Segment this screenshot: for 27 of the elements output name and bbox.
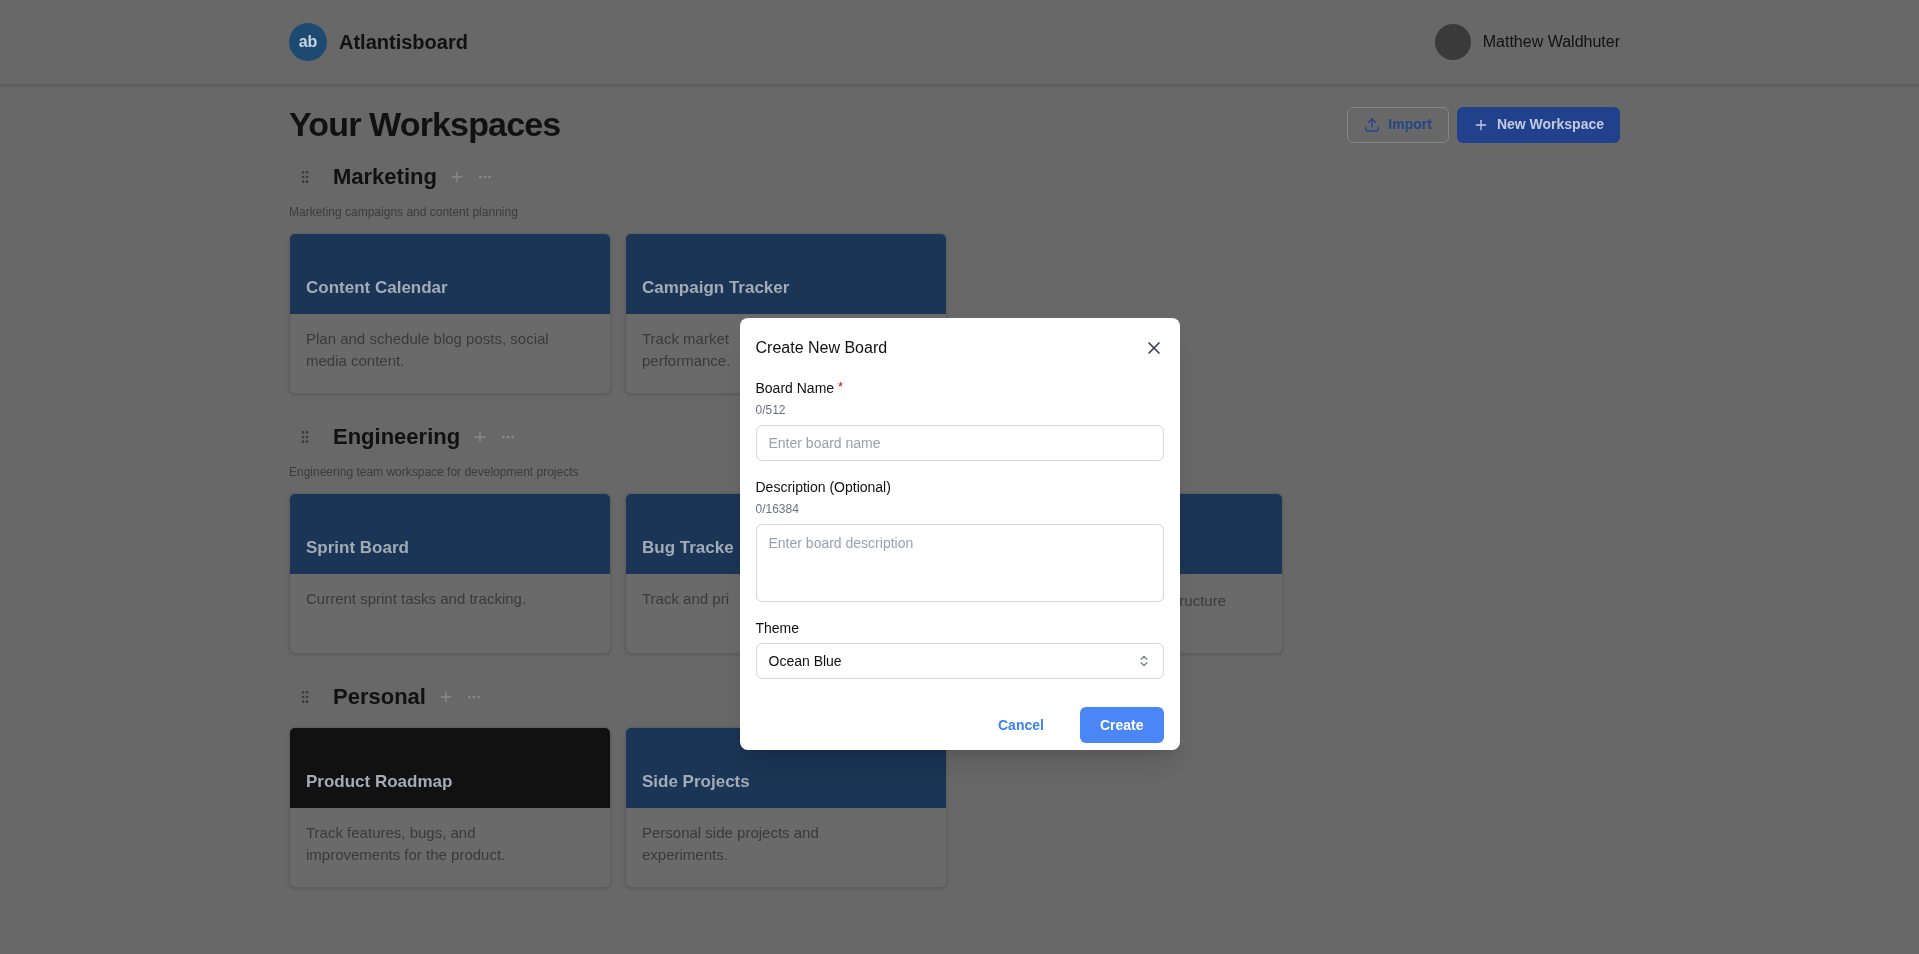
workspace-name: Marketing (333, 163, 437, 191)
create-button[interactable]: Create (1079, 707, 1164, 743)
avatar[interactable] (1434, 24, 1471, 60)
board-title: Sprint Board (306, 536, 409, 559)
board-title: Side Projects (642, 770, 750, 793)
new-workspace-button[interactable]: New Workspace (1456, 106, 1620, 143)
required-mark: * (838, 377, 844, 396)
app-name: Atlantisboard (339, 30, 468, 55)
character-counter: 0/16384 (755, 501, 799, 518)
character-counter: 0/512 (755, 402, 786, 419)
board-name-field[interactable]: Enter board name (755, 425, 1164, 461)
workspace-name: Engineering (333, 423, 461, 451)
field-label: Description (Optional) (755, 478, 891, 497)
theme-select[interactable]: Ocean Blue (755, 643, 1164, 679)
cancel-button[interactable]: Cancel (982, 707, 1060, 743)
board-title: Bug Tracke (642, 536, 734, 559)
board-description-field[interactable]: Enter board description (755, 524, 1164, 602)
board-title: Campaign Tracker (642, 276, 790, 299)
upload-icon (1364, 116, 1381, 133)
board-title: Product Roadmap (306, 770, 453, 793)
dialog-title: Create New Board (755, 338, 888, 358)
page-title: Your Workspaces (289, 104, 561, 145)
board-title: Content Calendar (306, 276, 448, 299)
workspace-name: Personal (333, 683, 426, 711)
logo: ab (289, 23, 327, 61)
user-name: Matthew Waldhuter (1482, 32, 1620, 52)
field-label: Theme (755, 619, 800, 638)
